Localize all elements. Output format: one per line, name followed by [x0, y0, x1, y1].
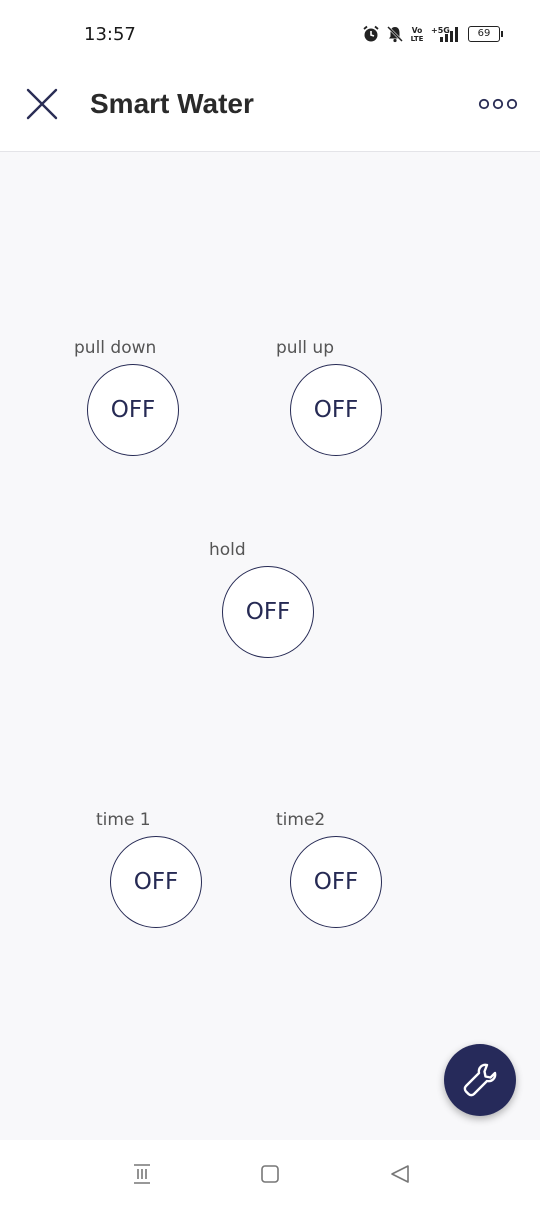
close-button[interactable]	[22, 84, 62, 124]
more-options-icon	[478, 98, 518, 110]
alarm-icon	[363, 25, 379, 42]
more-options-button[interactable]	[478, 92, 518, 116]
volte-icon: Vo LTE	[411, 26, 424, 43]
page-title: Smart Water	[90, 88, 254, 119]
recent-apps-icon	[134, 1164, 150, 1184]
time-1-toggle[interactable]: OFF	[110, 836, 202, 928]
switch-panel: pull down OFF pull up OFF hold OFF time …	[0, 152, 540, 1140]
settings-fab-button[interactable]	[444, 1044, 516, 1116]
home-button[interactable]	[256, 1160, 284, 1188]
switch-label: hold	[209, 540, 246, 560]
back-icon	[391, 1165, 409, 1183]
app-bar: Smart Water	[0, 64, 540, 152]
pull-up-toggle[interactable]: OFF	[290, 364, 382, 456]
status-icons: Vo LTE +5G 69	[362, 22, 503, 46]
time2-toggle[interactable]: OFF	[290, 836, 382, 928]
switch-label: time 1	[96, 810, 151, 830]
switch-label: time2	[276, 810, 326, 830]
close-icon	[26, 88, 58, 120]
home-icon	[261, 1165, 279, 1183]
status-bar: 13:57 Vo LTE +5G 69	[0, 0, 540, 64]
switch-label: pull up	[276, 338, 334, 358]
battery-icon: 69	[468, 26, 503, 42]
back-button[interactable]	[386, 1160, 414, 1188]
svg-text:+5G: +5G	[431, 26, 450, 35]
pull-down-toggle[interactable]: OFF	[87, 364, 179, 456]
5g-signal-icon: +5G	[431, 26, 458, 42]
system-nav-bar	[0, 1140, 540, 1206]
wrench-icon	[463, 1063, 497, 1097]
status-time: 13:57	[84, 24, 136, 45]
hold-toggle[interactable]: OFF	[222, 566, 314, 658]
svg-text:LTE: LTE	[411, 35, 424, 43]
switch-label: pull down	[74, 338, 157, 358]
recent-apps-button[interactable]	[128, 1160, 156, 1188]
bell-off-icon	[387, 26, 403, 43]
svg-text:Vo: Vo	[412, 26, 423, 35]
